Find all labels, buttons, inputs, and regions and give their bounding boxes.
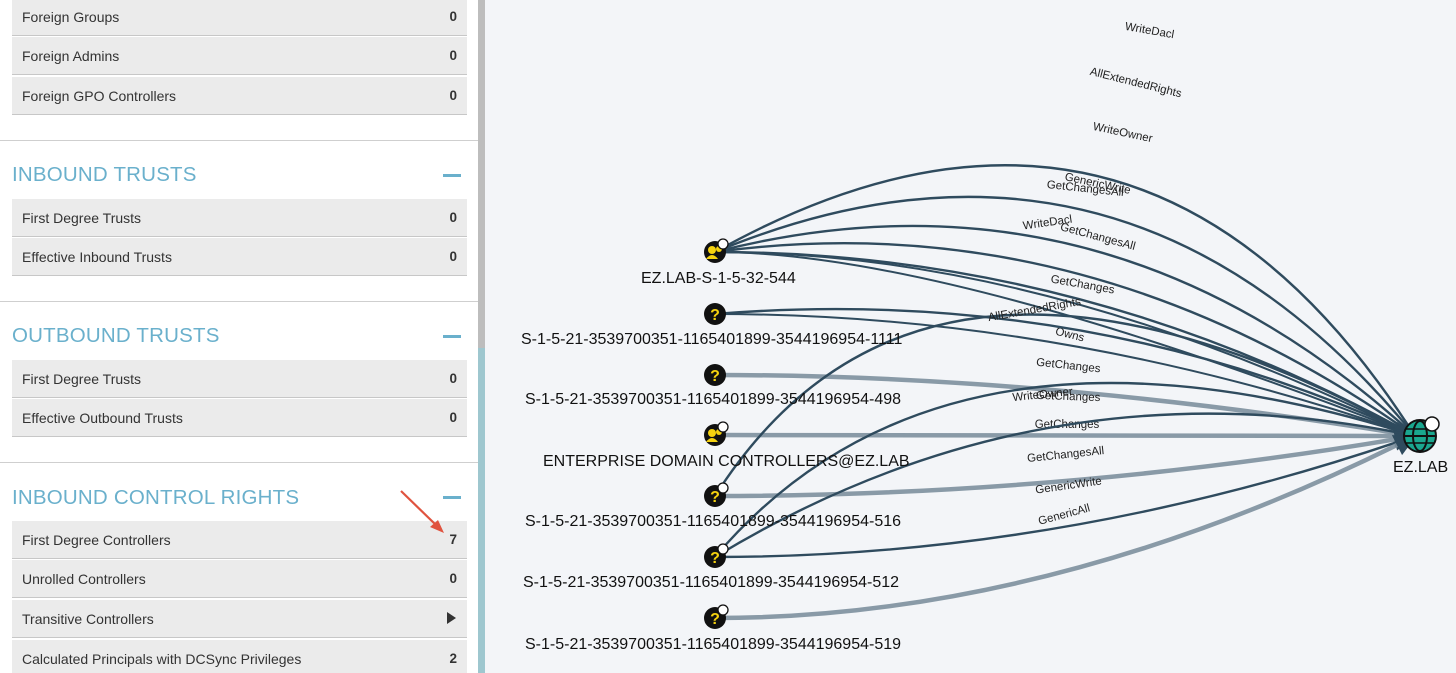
graph-node-domain-icon[interactable] — [1403, 416, 1440, 453]
row-label: Foreign GPO Controllers — [22, 88, 177, 104]
row-foreign-gpo-controllers[interactable]: Foreign GPO Controllers 0 — [12, 77, 467, 115]
row-count: 0 — [449, 249, 457, 264]
row-label: First Degree Trusts — [22, 210, 142, 226]
row-label: Effective Inbound Trusts — [22, 249, 172, 265]
row-count: 7 — [449, 532, 457, 547]
node-label: S-1-5-21-3539700351-1165401899-354419695… — [525, 391, 902, 408]
graph-edge[interactable] — [714, 424, 1418, 448]
section-title-outbound-trusts: OUTBOUND TRUSTS — [12, 324, 220, 347]
scrollbar-thumb[interactable] — [478, 0, 485, 348]
graph-node-unknown-icon[interactable]: ? — [704, 604, 729, 629]
section-title-inbound-trusts: INBOUND TRUSTS — [12, 163, 197, 186]
graph-node-group-icon[interactable] — [704, 421, 729, 446]
row-count: 2 — [449, 651, 457, 666]
node-label: S-1-5-21-3539700351-1165401899-354419695… — [525, 513, 902, 530]
row-inbound-first-degree-trusts[interactable]: First Degree Trusts 0 — [12, 199, 467, 237]
node-label: S-1-5-21-3539700351-1165401899-354419695… — [523, 574, 900, 591]
edge-label: WriteOwner — [1092, 121, 1154, 145]
row-label: Foreign Groups — [22, 9, 120, 25]
row-foreign-groups[interactable]: Foreign Groups 0 — [12, 0, 467, 36]
section-divider — [0, 462, 478, 463]
row-transitive-controllers[interactable]: Transitive Controllers — [12, 600, 467, 638]
row-count: 0 — [449, 88, 457, 103]
row-effective-inbound-trusts[interactable]: Effective Inbound Trusts 0 — [12, 238, 467, 276]
edge-label: GetChanges — [1036, 357, 1102, 376]
node-info-panel: Foreign Groups 0 Foreign Admins 0 Foreig… — [0, 0, 478, 673]
row-outbound-first-degree-trusts[interactable]: First Degree Trusts 0 — [12, 360, 467, 398]
graph-node-unknown-icon[interactable]: ? — [704, 482, 729, 507]
row-count: 0 — [449, 571, 457, 586]
row-label: Effective Outbound Trusts — [22, 410, 183, 426]
node-label: S-1-5-21-3539700351-1165401899-354419695… — [521, 331, 903, 348]
row-calculated-dcsync-principals[interactable]: Calculated Principals with DCSync Privil… — [12, 640, 467, 673]
section-title-inbound-control-rights: INBOUND CONTROL RIGHTS — [12, 486, 300, 509]
play-arrow-icon[interactable] — [447, 612, 456, 624]
edge-label: AllExtendedRights — [1089, 66, 1183, 100]
row-unrolled-controllers[interactable]: Unrolled Controllers 0 — [12, 560, 467, 598]
svg-text:?: ? — [710, 550, 720, 567]
row-label: First Degree Controllers — [22, 532, 171, 548]
graph-node-unknown-icon[interactable]: ? — [704, 543, 729, 568]
graph-canvas[interactable]: WriteDacl AllExtendedRights WriteOwner Gene… — [485, 0, 1456, 673]
row-label: Transitive Controllers — [22, 611, 154, 627]
node-label: EZ.LAB — [1393, 459, 1449, 476]
svg-text:?: ? — [710, 368, 720, 385]
edge-label: GetChangesAll — [1059, 221, 1137, 253]
graph-node-unknown-icon[interactable]: ? — [704, 364, 726, 386]
row-first-degree-controllers[interactable]: First Degree Controllers 7 — [12, 521, 467, 559]
row-count: 0 — [449, 9, 457, 24]
row-label: Foreign Admins — [22, 48, 120, 64]
node-label: ENTERPRISE DOMAIN CONTROLLERS@EZ.LAB — [543, 453, 910, 470]
edge-label: AllExtendedRights — [987, 296, 1082, 324]
section-divider — [0, 140, 478, 141]
graph-node-unknown-icon[interactable]: ? — [704, 303, 726, 325]
row-label: Calculated Principals with DCSync Privil… — [22, 651, 302, 667]
svg-text:?: ? — [710, 307, 720, 324]
graph-node-group-icon[interactable] — [704, 238, 729, 263]
row-count: 0 — [449, 48, 457, 63]
row-count: 0 — [449, 210, 457, 225]
edge-label: GetChangesAll — [1027, 445, 1105, 465]
collapse-icon[interactable] — [443, 496, 461, 499]
row-label: Unrolled Controllers — [22, 571, 146, 587]
row-foreign-admins[interactable]: Foreign Admins 0 — [12, 37, 467, 75]
node-label: EZ.LAB-S-1-5-32-544 — [641, 270, 796, 287]
svg-text:?: ? — [710, 611, 720, 628]
collapse-icon[interactable] — [443, 174, 461, 177]
row-count: 0 — [449, 371, 457, 386]
collapse-icon[interactable] — [443, 335, 461, 338]
row-count: 0 — [449, 410, 457, 425]
row-effective-outbound-trusts[interactable]: Effective Outbound Trusts 0 — [12, 399, 467, 437]
section-divider — [0, 301, 478, 302]
svg-text:?: ? — [710, 489, 720, 506]
row-label: First Degree Trusts — [22, 371, 142, 387]
node-label: S-1-5-21-3539700351-1165401899-354419695… — [525, 636, 902, 653]
edge-label: WriteDacl — [1124, 21, 1175, 41]
